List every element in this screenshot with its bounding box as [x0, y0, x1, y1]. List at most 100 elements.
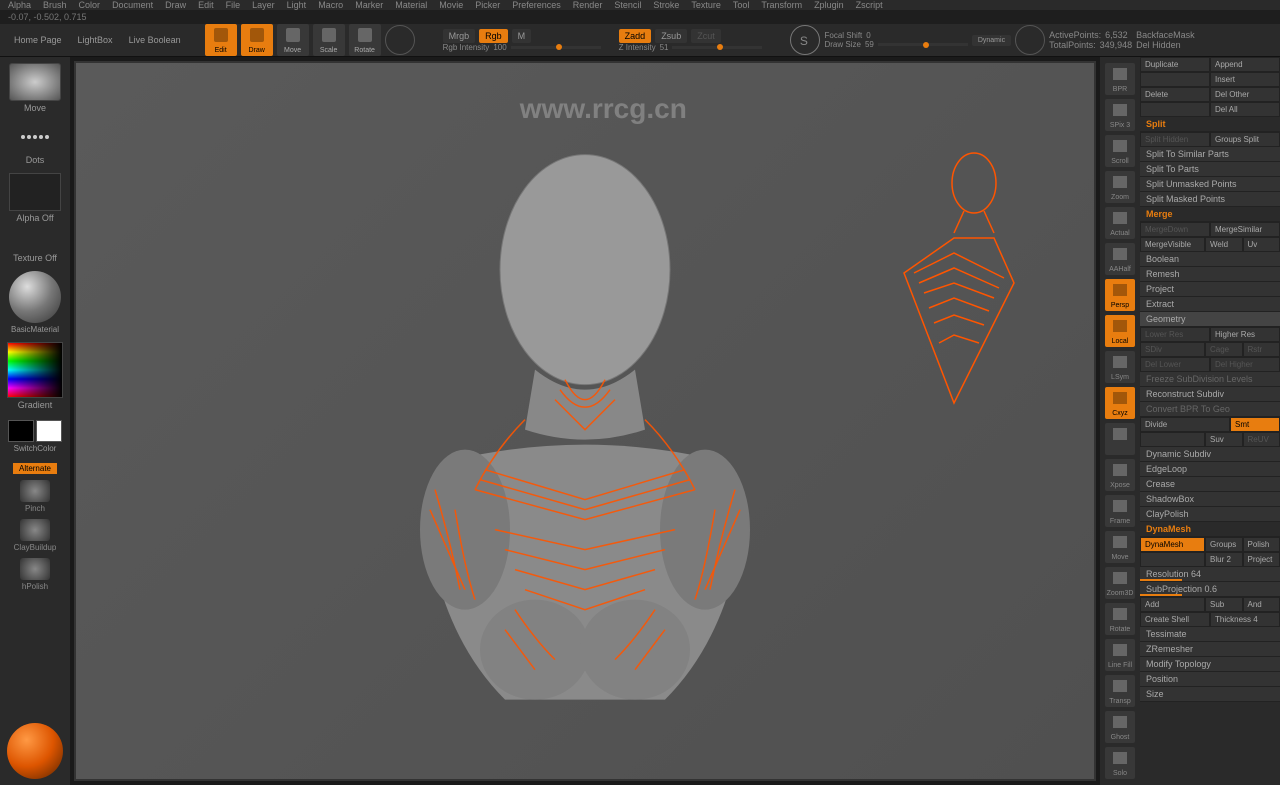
menu-alpha[interactable]: Alpha [8, 0, 31, 10]
menu-light[interactable]: Light [287, 0, 307, 10]
split-unmasked-button[interactable]: Split Unmasked Points [1140, 177, 1280, 192]
subprojection-slider[interactable]: SubProjection 0.6 [1140, 582, 1280, 597]
size-button[interactable]: Size [1140, 687, 1280, 702]
dynamesh-and-button[interactable]: And [1243, 597, 1280, 612]
geometry-header[interactable]: Geometry [1140, 312, 1280, 327]
menu-tool[interactable]: Tool [733, 0, 750, 10]
menu-zplugin[interactable]: Zplugin [814, 0, 844, 10]
quick-brush-3[interactable] [20, 558, 50, 580]
focal-control[interactable]: S [790, 25, 820, 55]
shadowbox-button[interactable]: ShadowBox [1140, 492, 1280, 507]
uv-button[interactable]: Uv [1243, 237, 1280, 252]
quick-brush-1[interactable] [20, 480, 50, 502]
split-similar-button[interactable]: Split To Similar Parts [1140, 147, 1280, 162]
higher-res-button[interactable]: Higher Res [1210, 327, 1280, 342]
weld-button[interactable]: Weld [1205, 237, 1243, 252]
menu-file[interactable]: File [226, 0, 241, 10]
shelf-transp[interactable]: Transp [1105, 675, 1135, 707]
gyro-control[interactable] [385, 25, 415, 55]
home-button[interactable]: Home Page [8, 31, 68, 49]
shelf-local[interactable]: Local [1105, 315, 1135, 347]
active-tool-preview[interactable] [7, 723, 63, 779]
zsub-button[interactable]: Zsub [655, 29, 687, 43]
brush-preview[interactable] [9, 63, 61, 101]
shelf-xpose[interactable]: Xpose [1105, 459, 1135, 491]
claypolish-button[interactable]: ClayPolish [1140, 507, 1280, 522]
m-button[interactable]: M [512, 29, 532, 43]
menu-layer[interactable]: Layer [252, 0, 275, 10]
menu-edit[interactable]: Edit [198, 0, 214, 10]
create-shell-button[interactable]: Create Shell [1140, 612, 1210, 627]
menu-marker[interactable]: Marker [355, 0, 383, 10]
menu-texture[interactable]: Texture [691, 0, 721, 10]
color-swatch-main[interactable] [8, 420, 34, 442]
split-header[interactable]: Split [1140, 117, 1280, 132]
del-all-button[interactable]: Del All [1210, 102, 1280, 117]
cage-button[interactable]: Cage [1205, 342, 1243, 357]
shelf-lsym[interactable]: LSym [1105, 351, 1135, 383]
live-boolean-button[interactable]: Live Boolean [123, 31, 187, 49]
position-button[interactable]: Position [1140, 672, 1280, 687]
shelf-persp[interactable]: Persp [1105, 279, 1135, 311]
zremesher-button[interactable]: ZRemesher [1140, 642, 1280, 657]
shelf-frame[interactable]: Frame [1105, 495, 1135, 527]
dynamesh-sub-button[interactable]: Sub [1205, 597, 1243, 612]
shelf-spix-3[interactable]: SPix 3 [1105, 99, 1135, 131]
zcut-button[interactable]: Zcut [691, 29, 721, 43]
sdiv-slider[interactable]: SDiv [1140, 342, 1205, 357]
split-hidden-button[interactable]: Split Hidden [1140, 132, 1210, 147]
menu-zscript[interactable]: Zscript [856, 0, 883, 10]
dynamesh-toggle[interactable]: DynaMesh [1140, 537, 1205, 552]
split-masked-button[interactable]: Split Masked Points [1140, 192, 1280, 207]
zadd-button[interactable]: Zadd [619, 29, 652, 43]
remesh-button[interactable]: Remesh [1140, 267, 1280, 282]
split-parts-button[interactable]: Split To Parts [1140, 162, 1280, 177]
modify-topology-button[interactable]: Modify Topology [1140, 657, 1280, 672]
del-lower-button[interactable]: Del Lower [1140, 357, 1210, 372]
dynamic-button[interactable]: Dynamic [972, 35, 1011, 46]
append-button[interactable]: Append [1210, 57, 1280, 72]
backface-mask-button[interactable]: BackfaceMask [1136, 30, 1195, 40]
merge-down-button[interactable]: MergeDown [1140, 222, 1210, 237]
color-swatch-secondary[interactable] [36, 420, 62, 442]
del-hidden-button[interactable]: Del Hidden [1136, 40, 1195, 50]
lower-res-button[interactable]: Lower Res [1140, 327, 1210, 342]
freeze-subdiv-button[interactable]: Freeze SubDivision Levels [1140, 372, 1280, 387]
menu-movie[interactable]: Movie [439, 0, 463, 10]
alpha-preview[interactable] [9, 173, 61, 211]
menu-material[interactable]: Material [395, 0, 427, 10]
shelf-zoom[interactable]: Zoom [1105, 171, 1135, 203]
shelf-line-fill[interactable]: Line Fill [1105, 639, 1135, 671]
dynamesh-polish-button[interactable]: Polish [1243, 537, 1280, 552]
merge-visible-button[interactable]: MergeVisible [1140, 237, 1205, 252]
edit-mode-button[interactable]: Edit [205, 24, 237, 56]
menu-stencil[interactable]: Stencil [614, 0, 641, 10]
menu-color[interactable]: Color [79, 0, 101, 10]
canvas[interactable]: www.rrcg.cn [76, 63, 1094, 779]
rotate-mode-button[interactable]: Rotate [349, 24, 381, 56]
mrgb-button[interactable]: Mrgb [443, 29, 476, 43]
dynamesh-add-button[interactable]: Add [1140, 597, 1205, 612]
crease-button[interactable]: Crease [1140, 477, 1280, 492]
dynamesh-blur-slider[interactable]: Blur 2 [1205, 552, 1243, 567]
stroke-preview[interactable] [9, 121, 61, 153]
rgb-button[interactable]: Rgb [479, 29, 508, 43]
suv-button[interactable]: Suv [1205, 432, 1243, 447]
shelf-actual[interactable]: Actual [1105, 207, 1135, 239]
menu-transform[interactable]: Transform [761, 0, 802, 10]
dynamesh-project-button[interactable]: Project [1243, 552, 1280, 567]
draw-size-slider[interactable] [878, 43, 968, 46]
rstr-button[interactable]: Rstr [1243, 342, 1280, 357]
shelf-bpr[interactable]: BPR [1105, 63, 1135, 95]
shelf-ghost[interactable]: Ghost [1105, 711, 1135, 743]
merge-header[interactable]: Merge [1140, 207, 1280, 222]
menu-draw[interactable]: Draw [165, 0, 186, 10]
thickness-slider[interactable]: Thickness 4 [1210, 612, 1280, 627]
scale-mode-button[interactable]: Scale [313, 24, 345, 56]
del-higher-button[interactable]: Del Higher [1210, 357, 1280, 372]
menu-picker[interactable]: Picker [475, 0, 500, 10]
material-preview[interactable] [9, 271, 61, 323]
lightbox-button[interactable]: LightBox [72, 31, 119, 49]
merge-similar-button[interactable]: MergeSimilar [1210, 222, 1280, 237]
menu-stroke[interactable]: Stroke [653, 0, 679, 10]
